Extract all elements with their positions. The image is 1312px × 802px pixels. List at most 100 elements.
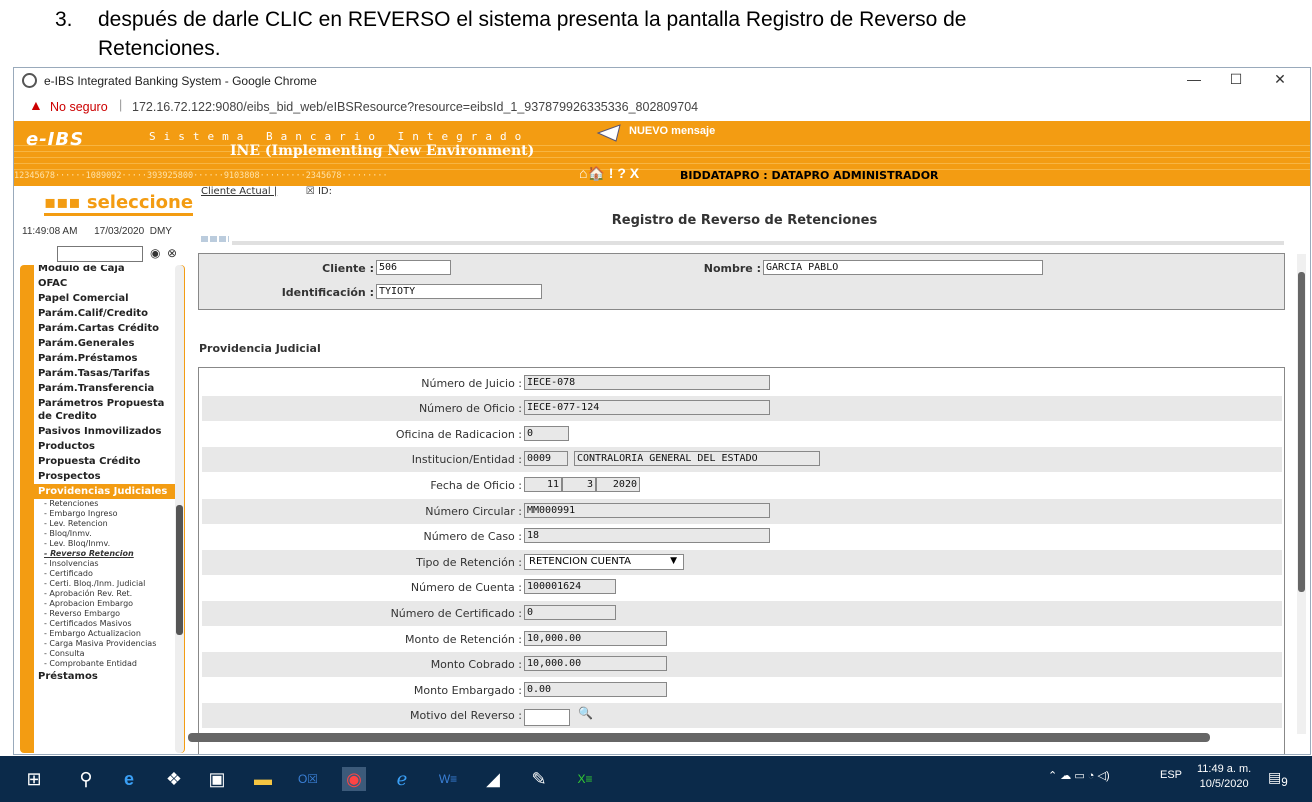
sidebar-item[interactable]: Papel Comercial: [34, 291, 180, 306]
sidebar-item[interactable]: Prospectos: [34, 469, 180, 484]
store-icon[interactable]: ▣: [205, 767, 229, 791]
page-scrollbar[interactable]: [1297, 254, 1306, 734]
envelope-icon[interactable]: [596, 123, 624, 143]
fecha-day-field[interactable]: 11: [524, 477, 562, 492]
sidebar-item[interactable]: - Carga Masiva Providencias: [34, 639, 180, 649]
client-box: Cliente : 506 Nombre : GARCIA PABLO Iden…: [198, 253, 1285, 310]
nombre-field[interactable]: GARCIA PABLO: [763, 260, 1043, 275]
circular-field[interactable]: MM000991: [524, 503, 770, 518]
header-tools-icons[interactable]: ⌂🏠 ! ? X: [579, 165, 639, 182]
windows-start-icon[interactable]: ⊞: [22, 767, 46, 791]
sidebar-item[interactable]: - Consulta: [34, 649, 180, 659]
dropbox-icon[interactable]: ❖: [162, 767, 186, 791]
sidebar-item[interactable]: - Reverso Embargo: [34, 609, 180, 619]
outlook-icon[interactable]: O☒: [296, 767, 320, 791]
ie-icon[interactable]: ℯ: [390, 767, 414, 791]
clock[interactable]: 11:49 a. m. 10/5/2020: [1197, 762, 1251, 792]
sidebar-item[interactable]: Parám.Transferencia: [34, 381, 180, 396]
tray-icons[interactable]: ⌃ ☁ ▭ ◔ ◁): [1048, 769, 1110, 782]
fecha-year-field[interactable]: 2020: [596, 477, 640, 492]
word-icon[interactable]: W≡: [436, 767, 460, 791]
minimize-button[interactable]: —: [1174, 71, 1214, 91]
caso-field[interactable]: 18: [524, 528, 770, 543]
chrome-taskbar-icon[interactable]: ◉: [342, 767, 366, 791]
menu-scroll-thumb[interactable]: [176, 505, 183, 635]
certificado-field[interactable]: 0: [524, 605, 616, 620]
sidebar-item[interactable]: - Certi. Bloq./Inm. Judicial: [34, 579, 180, 589]
sidebar-item[interactable]: - Lev. Retencion: [34, 519, 180, 529]
section-title: Providencia Judicial: [199, 342, 321, 355]
monto-embargado-field[interactable]: 0.00: [524, 682, 667, 697]
sidebar-item[interactable]: Pasivos Inmovilizados: [34, 424, 180, 439]
institucion-code-field[interactable]: 0009: [524, 451, 568, 466]
monto-retencion-field[interactable]: 10,000.00: [524, 631, 667, 646]
file-explorer-icon[interactable]: ▬: [251, 767, 275, 791]
close-box-icon[interactable]: ☒: [306, 186, 315, 197]
motivo-field[interactable]: [524, 709, 570, 726]
id-label: ID:: [317, 186, 332, 197]
providencia-form: Número de Juicio : IECE-078 Número de Of…: [198, 367, 1285, 754]
sidebar-item[interactable]: - Insolvencias: [34, 559, 180, 569]
chrome-icon: [22, 73, 37, 88]
sidebar-item[interactable]: - Lev. Bloq/Inmv.: [34, 539, 180, 549]
numero-juicio-field[interactable]: IECE-078: [524, 375, 770, 390]
sidebar-item[interactable]: - Aprobación Rev. Ret.: [34, 589, 180, 599]
sidebar-item[interactable]: - Aprobacion Embargo: [34, 599, 180, 609]
sidebar-item[interactable]: Modulo de Caja: [34, 265, 180, 276]
current-client-link[interactable]: Cliente Actual |: [201, 186, 277, 197]
notification-icon[interactable]: ▤9: [1268, 769, 1288, 789]
sidebar-item[interactable]: Productos: [34, 439, 180, 454]
sidebar-item[interactable]: Préstamos: [34, 669, 180, 684]
close-button[interactable]: ✕: [1260, 71, 1300, 91]
sidebar-item[interactable]: - Comprobante Entidad: [34, 659, 180, 669]
address-bar[interactable]: ▲ No seguro | 172.16.72.122:9080/eibs_bi…: [14, 96, 1310, 118]
warning-icon: ▲: [29, 97, 43, 113]
menu-scrollbar[interactable]: [175, 265, 184, 753]
sidebar-item[interactable]: - Bloq/Inmv.: [34, 529, 180, 539]
url-text[interactable]: 172.16.72.122:9080/eibs_bid_web/eIBSReso…: [132, 100, 698, 114]
monto-cobrado-field[interactable]: 10,000.00: [524, 656, 667, 671]
close-circle-icon[interactable]: ⊗: [167, 246, 177, 260]
institucion-name-field[interactable]: CONTRALORIA GENERAL DEL ESTADO: [574, 451, 820, 466]
sidebar-item[interactable]: Parám.Tasas/Tarifas: [34, 366, 180, 381]
sidebar-search-input[interactable]: [57, 246, 143, 262]
sidebar-item[interactable]: Parám.Cartas Crédito: [34, 321, 180, 336]
search-icon[interactable]: ⚲: [74, 767, 98, 791]
new-message-link[interactable]: NUEVO mensaje: [629, 125, 715, 137]
page-scroll-thumb[interactable]: [1298, 272, 1305, 592]
sidebar-item[interactable]: Propuesta Crédito: [34, 454, 180, 469]
maximize-button[interactable]: ☐: [1216, 71, 1256, 91]
horizontal-scrollbar[interactable]: [188, 733, 1210, 742]
number-strip: 12345678······1089092·····393925800·····…: [14, 171, 388, 181]
sidebar-item[interactable]: Parám.Generales: [34, 336, 180, 351]
sidebar-item[interactable]: Parámetros Propuesta de Credito: [34, 396, 180, 424]
paint-icon[interactable]: ✎: [527, 767, 551, 791]
motivo-label: Motivo del Reverso :: [409, 709, 522, 722]
numero-oficio-field[interactable]: IECE-077-124: [524, 400, 770, 415]
sidebar-item[interactable]: Parám.Calif/Credito: [34, 306, 180, 321]
eye-icon[interactable]: ◉: [150, 246, 160, 260]
sidebar-item[interactable]: Parám.Préstamos: [34, 351, 180, 366]
cuenta-field[interactable]: 100001624: [524, 579, 616, 594]
fecha-month-field[interactable]: 3: [562, 477, 596, 492]
form-row: Motivo del Reverso : 🔍: [202, 703, 1282, 728]
sidebar-item[interactable]: - Reverso Retencion: [34, 549, 180, 559]
language-indicator[interactable]: ESP: [1160, 769, 1182, 781]
identificacion-field[interactable]: TYIOTY: [376, 284, 542, 299]
sidebar-item[interactable]: - Retenciones: [34, 499, 180, 509]
sidebar-item[interactable]: - Embargo Ingreso: [34, 509, 180, 519]
instruction-line-2: Retenciones.: [98, 37, 221, 60]
oficina-field[interactable]: 0: [524, 426, 569, 441]
sidebar-item[interactable]: - Embargo Actualizacion: [34, 629, 180, 639]
sidebar-item[interactable]: OFAC: [34, 276, 180, 291]
sidebar-item[interactable]: - Certificados Masivos: [34, 619, 180, 629]
not-secure-label[interactable]: No seguro: [50, 100, 108, 114]
cliente-field[interactable]: 506: [376, 260, 451, 275]
search-icon[interactable]: 🔍: [578, 706, 593, 720]
excel-icon[interactable]: X≡: [573, 767, 597, 791]
edge-icon[interactable]: e: [117, 767, 141, 791]
tipo-retencion-select[interactable]: RETENCION CUENTA ▼: [524, 554, 684, 570]
app-icon[interactable]: ◢: [481, 767, 505, 791]
sidebar-item[interactable]: - Certificado: [34, 569, 180, 579]
sidebar-item[interactable]: Providencias Judiciales: [34, 484, 180, 499]
